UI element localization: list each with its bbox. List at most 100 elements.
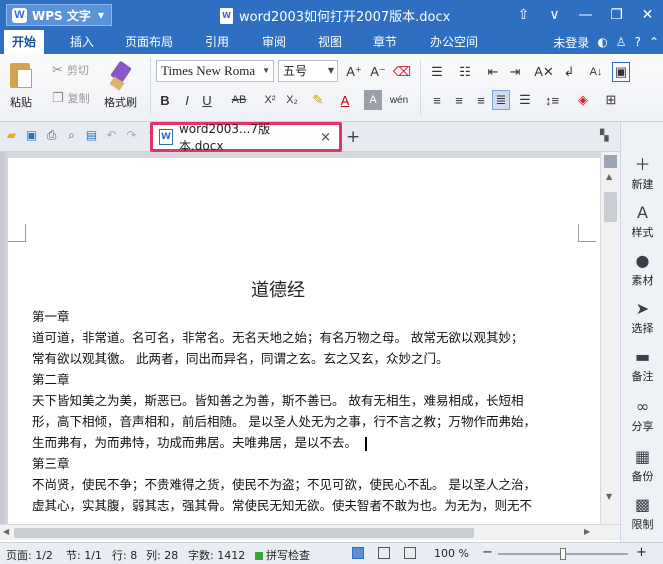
phonetic-guide-icon[interactable]: wén <box>388 90 410 110</box>
zoom-out-icon[interactable]: − <box>482 545 493 560</box>
side-backup[interactable]: ▦ 备份 <box>621 448 663 484</box>
underline-button[interactable]: U <box>198 90 216 110</box>
format-painter-button[interactable]: 格式刷 <box>104 60 137 110</box>
export-pdf-icon[interactable]: ▤ <box>84 128 99 143</box>
menu-page-layout[interactable]: 页面布局 <box>125 30 173 54</box>
paste-icon <box>8 60 34 90</box>
clear-format-icon[interactable]: ⌫ <box>392 62 412 82</box>
zoom-in-icon[interactable]: + <box>636 545 647 560</box>
grow-font-button[interactable]: A⁺ <box>344 62 364 82</box>
horizontal-scrollbar[interactable]: ◀ ▶ <box>0 524 620 540</box>
chinese-layout-icon[interactable]: A✕ <box>534 62 554 82</box>
open-icon[interactable]: ▰ <box>4 128 19 143</box>
line-spacing-icon[interactable]: ↕≡ <box>540 90 564 110</box>
side-select[interactable]: ➤ 选择 <box>621 300 663 336</box>
scroll-left-icon[interactable]: ◀ <box>3 527 9 536</box>
shrink-font-button[interactable]: A⁻ <box>368 62 388 82</box>
print-preview-icon[interactable]: ⌕ <box>64 128 79 143</box>
skin-icon[interactable]: ⇧ <box>508 0 539 30</box>
justify-icon[interactable]: ≣ <box>492 90 510 110</box>
scroll-up-icon[interactable]: ▲ <box>606 172 612 181</box>
side-note[interactable]: ▬ 备注 <box>621 348 663 384</box>
increase-indent-icon[interactable]: ⇥ <box>506 62 524 82</box>
cut-button[interactable]: ✂ 剪切 <box>52 62 89 78</box>
numbered-list-icon[interactable]: ☷ <box>456 62 474 82</box>
outline-view-icon[interactable] <box>378 547 390 559</box>
side-style[interactable]: A 样式 <box>621 204 663 240</box>
zoom-level[interactable]: 100 % <box>434 547 469 560</box>
side-new[interactable]: ＋ 新建 <box>621 156 663 192</box>
menu-review[interactable]: 审阅 <box>262 30 286 54</box>
font-name-select[interactable]: Times New Roma ▼ <box>156 60 274 82</box>
menu-office-space[interactable]: 办公空间 <box>430 30 478 54</box>
side-restrict[interactable]: ▩ 限制 <box>621 496 663 532</box>
document-tab[interactable]: W word2003...7版本.docx × <box>150 122 342 153</box>
add-tab-button[interactable]: + <box>346 127 360 147</box>
align-right-icon[interactable]: ≡ <box>472 90 490 110</box>
page-view-icon[interactable] <box>352 547 364 559</box>
scroll-down-icon[interactable]: ▼ <box>606 492 612 501</box>
spell-check-toggle[interactable]: 拼写检查 <box>255 547 310 563</box>
shirt-icon[interactable]: ♙ <box>616 35 627 49</box>
collapse-icon[interactable]: ⌃ <box>649 35 659 49</box>
help-icon[interactable]: ? <box>635 35 641 49</box>
redo-icon[interactable]: ↷ <box>124 128 139 143</box>
close-button[interactable]: ✕ <box>632 0 663 30</box>
border-icon[interactable]: ▣ <box>612 62 630 82</box>
bold-button[interactable]: B <box>156 90 174 110</box>
theme-icon[interactable]: ◐ <box>597 35 607 49</box>
document-area[interactable]: 道德经 第一章 道可道，非常道。名可名，非常名。无名天地之始；有名万物之母。 故… <box>0 152 600 524</box>
borders-icon[interactable]: ⊞ <box>600 90 622 110</box>
align-left-icon[interactable]: ≡ <box>428 90 446 110</box>
word-doc-icon: W <box>159 129 173 145</box>
subscript-button[interactable]: X₂ <box>282 90 302 110</box>
side-material[interactable]: ● 素材 <box>621 252 663 288</box>
bullet-list-icon[interactable]: ☰ <box>428 62 446 82</box>
minimize-button[interactable]: — <box>570 0 601 30</box>
decrease-indent-icon[interactable]: ⇤ <box>484 62 502 82</box>
copy-button[interactable]: ❐ 复制 <box>52 90 90 106</box>
char-shading-icon[interactable]: A <box>364 90 382 110</box>
quick-access-icons: ▰ ▣ ⎙ ⌕ ▤ ↶ ↷ ▾ <box>4 128 159 143</box>
share-icon: ∞ <box>635 397 650 416</box>
font-color-icon[interactable]: A <box>336 90 354 110</box>
font-size-select[interactable]: 五号 ▼ <box>278 60 338 82</box>
scroll-right-icon[interactable]: ▶ <box>584 527 590 536</box>
highlight-icon[interactable]: ✎ <box>308 90 328 110</box>
menu-references[interactable]: 引用 <box>205 30 229 54</box>
login-link[interactable]: 未登录 <box>553 34 589 51</box>
horizontal-scroll-thumb[interactable] <box>14 528 474 538</box>
ribbon-toggle-icon[interactable]: ∨ <box>539 0 570 30</box>
print-icon[interactable]: ⎙ <box>44 128 59 143</box>
menu-insert[interactable]: 插入 <box>70 30 94 54</box>
vertical-scrollbar[interactable]: ▲ ▼ <box>600 152 620 524</box>
undo-icon[interactable]: ↶ <box>104 128 119 143</box>
zoom-slider-knob[interactable] <box>560 548 566 560</box>
format-painter-label: 格式刷 <box>104 96 137 109</box>
side-share[interactable]: ∞ 分享 <box>621 398 663 434</box>
side-panel: ＋ 新建 A 样式 ● 素材 ➤ 选择 ▬ 备注 ∞ 分享 ▦ 备份 ▩ 限制 <box>620 122 663 542</box>
italic-button[interactable]: I <box>178 90 196 110</box>
save-icon[interactable]: ▣ <box>24 128 39 143</box>
superscript-button[interactable]: X² <box>260 90 280 110</box>
status-word-count[interactable]: 字数: 1412 <box>188 547 245 563</box>
shading-icon[interactable]: ◈ <box>572 90 594 110</box>
document-page[interactable]: 道德经 第一章 道可道，非常道。名可名，非常名。无名天地之始；有名万物之母。 故… <box>8 158 600 524</box>
paste-button[interactable]: 粘贴 <box>8 60 34 110</box>
close-tab-icon[interactable]: × <box>320 130 331 145</box>
web-view-icon[interactable] <box>404 547 416 559</box>
menu-chapter[interactable]: 章节 <box>373 30 397 54</box>
strikethrough-button[interactable]: AB <box>226 90 252 110</box>
tab-list-icon[interactable]: ▚ <box>600 129 608 142</box>
maximize-button[interactable]: ❐ <box>601 0 632 30</box>
app-menu-button[interactable]: W WPS 文字 ▼ <box>6 4 112 26</box>
split-view-icon[interactable] <box>604 155 617 168</box>
menu-view[interactable]: 视图 <box>318 30 342 54</box>
show-marks-icon[interactable]: ↲ <box>560 62 578 82</box>
vertical-scroll-thumb[interactable] <box>604 192 617 222</box>
align-center-icon[interactable]: ≡ <box>450 90 468 110</box>
status-page[interactable]: 页面: 1/2 <box>6 547 53 563</box>
menu-home[interactable]: 开始 <box>4 30 45 54</box>
sort-icon[interactable]: A↓ <box>586 62 606 82</box>
distributed-icon[interactable]: ☰ <box>516 90 534 110</box>
